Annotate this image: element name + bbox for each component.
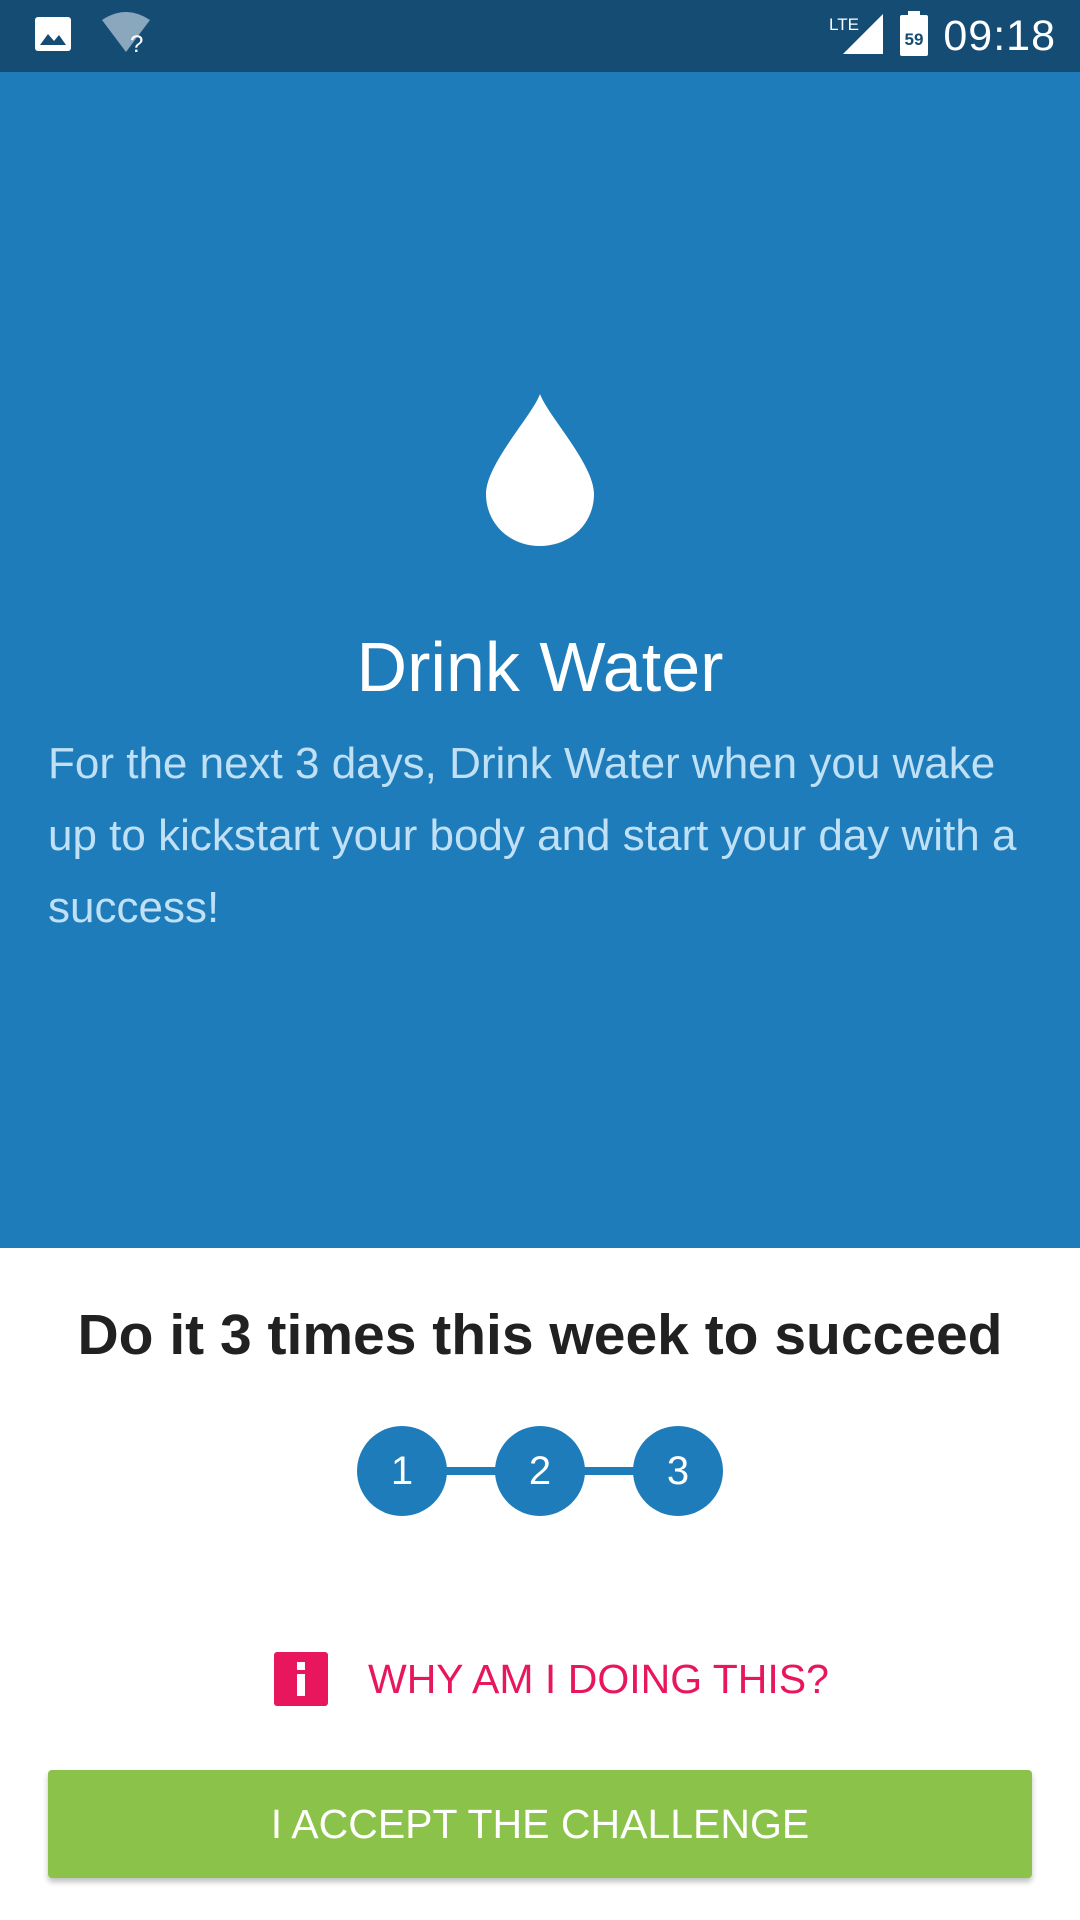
step-2: 2 xyxy=(495,1426,585,1516)
battery-icon: 59 xyxy=(899,10,929,62)
goal-title: Do it 3 times this week to succeed xyxy=(77,1303,1003,1367)
challenge-description: For the next 3 days, Drink Water when yo… xyxy=(48,739,1017,932)
battery-level: 59 xyxy=(905,30,924,49)
status-right: LTE 59 09:18 xyxy=(815,10,1056,62)
svg-text:?: ? xyxy=(130,31,143,56)
info-icon xyxy=(274,1652,328,1706)
water-drop-icon xyxy=(486,394,594,546)
clock: 09:18 xyxy=(943,11,1056,60)
why-label: WHY AM I DOING THIS? xyxy=(368,1655,829,1702)
image-notification-icon xyxy=(34,16,72,57)
step-3: 3 xyxy=(633,1426,723,1516)
wifi-unknown-icon: ? xyxy=(100,11,152,61)
status-bar: ? LTE 59 09:18 xyxy=(0,0,1080,72)
progress-steps: 1 2 3 xyxy=(357,1426,723,1516)
why-link[interactable]: WHY AM I DOING THIS? xyxy=(274,1652,829,1706)
lte-signal-icon: LTE xyxy=(829,12,885,61)
network-label: LTE xyxy=(829,15,859,34)
accept-challenge-button[interactable]: I ACCEPT THE CHALLENGE xyxy=(48,1770,1032,1878)
challenge-title: Drink Water xyxy=(356,628,724,706)
step-1: 1 xyxy=(357,1426,447,1516)
status-left: ? xyxy=(34,11,180,58)
challenge-hero: Drink Water For the next 3 days, Drink W… xyxy=(0,72,1080,1248)
